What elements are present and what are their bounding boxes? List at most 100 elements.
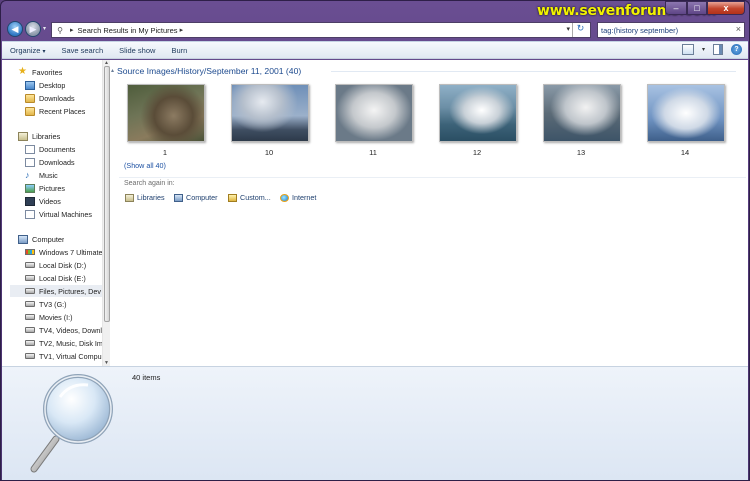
sidebar-item-music[interactable]: ♪ Music bbox=[25, 169, 58, 181]
documents-icon bbox=[25, 144, 35, 154]
thumbnail-item[interactable]: 11 bbox=[331, 82, 415, 164]
scroll-thumb[interactable] bbox=[104, 66, 110, 322]
show-all-link[interactable]: (Show all 40) bbox=[124, 161, 166, 170]
change-view-icon[interactable] bbox=[681, 44, 694, 55]
close-button[interactable]: x bbox=[707, 1, 745, 15]
sidebar-item-drive-f[interactable]: Files, Pictures, Dev bbox=[10, 285, 102, 297]
nav-computer[interactable]: Computer bbox=[18, 233, 64, 245]
slide-show-button[interactable]: Slide show bbox=[111, 46, 163, 55]
sidebar-item-drive-tv1[interactable]: TV1, Virtual Compu bbox=[25, 350, 102, 362]
back-button[interactable]: ◀ bbox=[7, 21, 23, 37]
thumbnail-item[interactable]: 13 bbox=[539, 82, 623, 164]
minimize-button[interactable]: – bbox=[665, 1, 687, 15]
preview-pane-icon[interactable] bbox=[713, 44, 723, 55]
photo-thumbnail[interactable] bbox=[127, 84, 205, 142]
sidebar-item-drive-d[interactable]: Local Disk (D:) bbox=[25, 259, 102, 271]
nav-label: Pictures bbox=[39, 183, 65, 193]
search-input[interactable]: tag:(history september) bbox=[601, 26, 678, 35]
nav-label: Files, Pictures, Dev bbox=[39, 286, 101, 296]
nav-label: Local Disk (D:) bbox=[39, 260, 87, 270]
nav-label: Movies (I:) bbox=[39, 312, 73, 322]
burn-button[interactable]: Burn bbox=[163, 46, 195, 55]
sidebar-item-recent-places[interactable]: Recent Places bbox=[25, 105, 85, 117]
thumbnail-label: 10 bbox=[264, 148, 274, 157]
drive-icon bbox=[25, 353, 35, 359]
sidebar-item-drive-e[interactable]: Local Disk (E:) bbox=[25, 272, 102, 284]
nav-label: Local Disk (E:) bbox=[39, 273, 86, 283]
group-header[interactable]: Source Images/History/September 11, 2001… bbox=[117, 66, 301, 76]
nav-label: Downloads bbox=[39, 93, 75, 103]
nav-label: TV4, Videos, Downl bbox=[39, 325, 102, 335]
breadcrumb-search-results[interactable]: Search Results in My Pictures bbox=[78, 26, 178, 35]
chevron-down-icon: ▾ bbox=[42, 48, 46, 55]
save-search-button[interactable]: Save search bbox=[53, 46, 111, 55]
computer-icon bbox=[174, 193, 183, 202]
organize-button[interactable]: Organize ▾ bbox=[2, 46, 53, 55]
nav-label: Windows 7 Ultimate bbox=[39, 247, 102, 257]
nav-favorites[interactable]: ★ Favorites bbox=[18, 66, 62, 78]
downloads-library-icon bbox=[25, 157, 35, 167]
magnifier-icon bbox=[30, 374, 113, 473]
thumbnail-label: 1 bbox=[162, 148, 168, 157]
forward-button[interactable]: ▶ bbox=[25, 21, 41, 37]
virtual-machines-icon bbox=[25, 209, 35, 219]
internet-explorer-icon bbox=[280, 193, 289, 202]
photo-thumbnail[interactable] bbox=[439, 84, 517, 142]
address-separator[interactable]: ▸ bbox=[70, 26, 74, 34]
details-pane: 40 items bbox=[2, 366, 748, 480]
drive-icon bbox=[25, 275, 35, 281]
thumbnail-item[interactable]: 1 bbox=[123, 82, 207, 164]
computer-icon bbox=[18, 234, 28, 244]
sidebar-item-pictures[interactable]: Pictures bbox=[25, 182, 65, 194]
photo-thumbnail[interactable] bbox=[647, 84, 725, 142]
nav-scrollbar[interactable]: ▲ ▼ bbox=[102, 60, 110, 366]
recent-places-icon bbox=[25, 106, 35, 116]
sidebar-item-drive-c[interactable]: Windows 7 Ultimate bbox=[25, 246, 102, 258]
sidebar-item-drive-i[interactable]: Movies (I:) bbox=[25, 311, 102, 323]
search-box[interactable]: tag:(history september) × bbox=[597, 22, 745, 38]
search-again-computer[interactable]: Computer bbox=[174, 193, 218, 202]
sidebar-item-drive-tv4[interactable]: TV4, Videos, Downl bbox=[25, 324, 102, 336]
thumbnail-item[interactable]: 10 bbox=[227, 82, 311, 164]
sidebar-item-drive-tv2[interactable]: TV2, Music, Disk Im bbox=[25, 337, 102, 349]
music-icon: ♪ bbox=[25, 169, 30, 180]
custom-folder-icon bbox=[228, 193, 237, 202]
nav-libraries[interactable]: Libraries bbox=[18, 130, 60, 142]
sidebar-item-videos[interactable]: Videos bbox=[25, 195, 61, 207]
thumbnail-label: 14 bbox=[680, 148, 690, 157]
navigation-bar: ◀ ▶ ▾ ⚲ ▸ Search Results in My Pictures … bbox=[1, 19, 749, 41]
libraries-icon bbox=[18, 131, 28, 141]
desktop-icon bbox=[25, 80, 35, 90]
search-again-internet[interactable]: Internet bbox=[280, 193, 316, 202]
search-again-text: Libraries bbox=[137, 193, 165, 202]
clear-search-icon[interactable]: × bbox=[736, 24, 741, 34]
sidebar-item-downloads[interactable]: Downloads bbox=[25, 92, 75, 104]
view-dropdown-icon[interactable]: ▾ bbox=[702, 46, 705, 53]
thumbnail-label: 12 bbox=[472, 148, 482, 157]
thumbnail-item[interactable]: 12 bbox=[435, 82, 519, 164]
sidebar-item-virtual-machines[interactable]: Virtual Machines bbox=[25, 208, 92, 220]
address-separator[interactable]: ▸ bbox=[180, 26, 184, 34]
item-count: 40 items bbox=[132, 373, 161, 382]
sidebar-item-lib-downloads[interactable]: Downloads bbox=[25, 156, 75, 168]
help-icon[interactable]: ? bbox=[731, 44, 742, 55]
address-bar[interactable]: ⚲ ▸ Search Results in My Pictures ▸ ▾ ↻ bbox=[51, 22, 591, 38]
star-icon: ★ bbox=[18, 66, 27, 77]
thumbnail-item[interactable]: 14 bbox=[643, 82, 727, 164]
maximize-button[interactable]: □ bbox=[687, 1, 707, 15]
search-again-libraries[interactable]: Libraries bbox=[125, 193, 165, 202]
photo-thumbnail[interactable] bbox=[335, 84, 413, 142]
history-dropdown-icon[interactable]: ▾ bbox=[43, 25, 46, 32]
sidebar-item-documents[interactable]: Documents bbox=[25, 143, 75, 155]
collapse-group-icon[interactable]: ▴ bbox=[111, 67, 114, 74]
sidebar-item-drive-g[interactable]: TV3 (G:) bbox=[25, 298, 102, 310]
search-again-custom[interactable]: Custom... bbox=[228, 193, 271, 202]
search-again-text: Computer bbox=[186, 193, 218, 202]
nav-label: Music bbox=[39, 170, 58, 180]
photo-thumbnail[interactable] bbox=[231, 84, 309, 142]
refresh-icon[interactable]: ↻ bbox=[572, 23, 588, 37]
address-dropdown-icon[interactable]: ▾ bbox=[566, 25, 570, 33]
sidebar-item-desktop[interactable]: Desktop bbox=[25, 79, 65, 91]
photo-thumbnail[interactable] bbox=[543, 84, 621, 142]
nav-label: Recent Places bbox=[39, 106, 86, 116]
